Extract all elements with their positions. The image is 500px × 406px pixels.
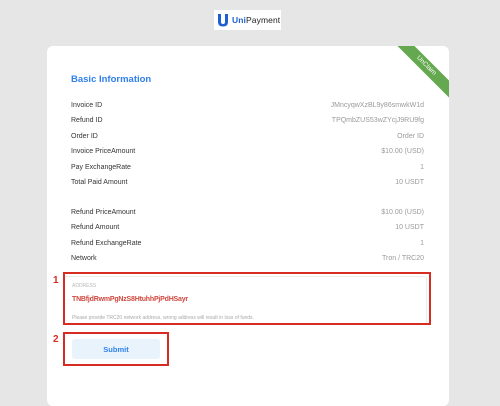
- row-value: 1: [420, 239, 424, 247]
- info-row-refund-price: Refund PriceAmount $10.00 (USD): [71, 206, 424, 218]
- row-value: Tron / TRC20: [381, 254, 424, 262]
- row-label: Refund ExchangeRate: [71, 239, 142, 247]
- annotation-box-submit: [63, 332, 169, 366]
- row-label: Pay ExchangeRate: [71, 163, 131, 171]
- brand-name: UniPayment: [232, 15, 281, 25]
- row-label: Refund ID: [71, 116, 103, 124]
- row-label: Invoice PriceAmount: [71, 147, 136, 155]
- row-label: Refund Amount: [71, 223, 120, 231]
- info-row-network: Network Tron / TRC20: [71, 252, 424, 264]
- section-title: Basic Information: [71, 74, 152, 85]
- row-value: JMncyqwXzBL9y86smwkW1d: [330, 101, 424, 109]
- unipayment-logo: UniPayment: [214, 10, 281, 30]
- info-row-refund-amount: Refund Amount 10 USDT: [71, 221, 424, 233]
- row-value: 10 USDT: [395, 178, 424, 186]
- annotation-box-address: [63, 272, 431, 325]
- row-value: Order ID: [397, 132, 424, 140]
- info-row-refund-id: Refund ID TPQmbZUS53wZYcjJ9RU9fg: [71, 114, 424, 126]
- row-value: TPQmbZUS53wZYcjJ9RU9fg: [331, 116, 424, 124]
- info-row-invoice-price: Invoice PriceAmount $10.00 (USD): [71, 145, 424, 157]
- row-value: $10.00 (USD): [381, 147, 424, 155]
- row-value: $10.00 (USD): [381, 208, 424, 216]
- annotation-marker-2: 2: [53, 334, 59, 345]
- row-value: 1: [420, 163, 424, 171]
- row-value: 10 USDT: [395, 223, 424, 231]
- row-label: Refund PriceAmount: [71, 208, 136, 216]
- row-label: Total Paid Amount: [71, 178, 128, 186]
- info-row-invoice-id: Invoice ID JMncyqwXzBL9y86smwkW1d: [71, 99, 424, 111]
- row-label: Network: [71, 254, 97, 262]
- row-label: Invoice ID: [71, 101, 103, 109]
- info-row-refund-exchange-rate: Refund ExchangeRate 1: [71, 237, 424, 249]
- info-row-order-id: Order ID Order ID: [71, 130, 424, 142]
- annotation-marker-1: 1: [53, 275, 59, 286]
- info-row-pay-exchange-rate: Pay ExchangeRate 1: [71, 161, 424, 173]
- info-row-total-paid: Total Paid Amount 10 USDT: [71, 176, 424, 188]
- status-ribbon-label: UnClaim: [389, 46, 449, 103]
- unipayment-logo-icon: [218, 14, 228, 27]
- row-label: Order ID: [71, 132, 98, 140]
